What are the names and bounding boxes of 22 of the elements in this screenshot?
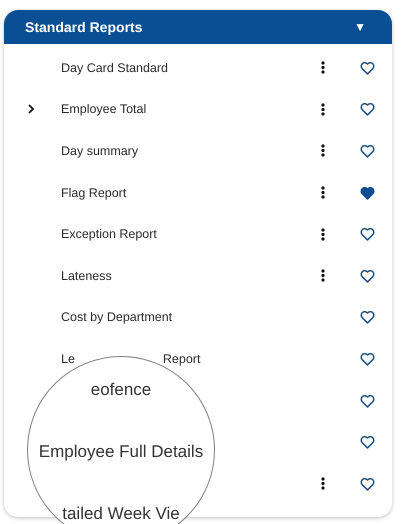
more-options-icon[interactable] [321, 477, 325, 490]
report-name[interactable]: Lateness [61, 268, 112, 283]
collapse-toggle[interactable]: ▼ [354, 20, 366, 34]
report-name[interactable]: Flag Report [61, 186, 126, 200]
report-name[interactable]: Cost by Department [61, 310, 172, 324]
magnified-text: Employee Full Details [38, 442, 204, 462]
report-name[interactable]: Day Card Standard [61, 60, 168, 75]
more-options-icon[interactable] [321, 102, 325, 116]
report-name[interactable]: Report [162, 352, 200, 366]
panel-title: Standard Reports [25, 19, 144, 35]
more-options-icon[interactable] [321, 269, 325, 282]
more-options-icon[interactable] [321, 186, 325, 200]
chevron-icon[interactable] [28, 104, 34, 114]
magnified-text: eofence [90, 380, 152, 400]
report-name[interactable]: Exception Report [61, 227, 157, 242]
more-options-icon[interactable] [321, 228, 325, 241]
magnified-text: tailed Week Vie [62, 504, 180, 524]
more-options-icon[interactable] [321, 144, 325, 158]
report-name[interactable]: Day summary [61, 144, 138, 158]
report-name[interactable]: Employee Total [61, 102, 146, 116]
report-name[interactable]: Le [61, 352, 75, 366]
more-options-icon[interactable] [321, 61, 325, 74]
